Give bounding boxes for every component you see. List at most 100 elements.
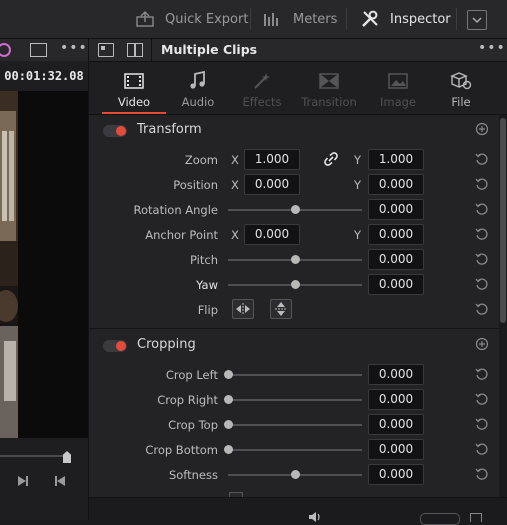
previous-frame-icon[interactable]	[53, 474, 67, 488]
transform-toggle[interactable]	[103, 125, 127, 137]
meters-icon	[264, 13, 278, 26]
transform-title: Transform	[137, 122, 202, 137]
zoom-y-field[interactable]: 1.000	[368, 149, 424, 170]
zoom-y-axis: Y	[354, 153, 362, 167]
position-y-field[interactable]: 0.000	[368, 174, 424, 195]
crop-left-field[interactable]: 0.000	[368, 364, 424, 385]
inspector-button[interactable]: Inspector	[361, 0, 451, 38]
section-divider	[89, 328, 499, 329]
softness-slider-knob[interactable]	[290, 470, 300, 479]
tab-audio[interactable]: Audio	[164, 62, 232, 114]
yaw-field[interactable]: 0.000	[368, 274, 424, 295]
crop-bottom-slider-knob[interactable]	[223, 445, 233, 454]
music-note-icon	[190, 71, 205, 89]
reset-icon[interactable]	[474, 416, 490, 432]
flip-horizontal-button[interactable]	[232, 299, 254, 319]
crop-top-slider-knob[interactable]	[223, 420, 233, 429]
tab-image[interactable]: Image	[364, 62, 432, 114]
reset-icon[interactable]	[474, 466, 490, 482]
cropping-keyframe-icon[interactable]	[474, 336, 490, 352]
reset-icon[interactable]	[474, 226, 490, 242]
cropping-toggle[interactable]	[103, 340, 127, 352]
rotation-field[interactable]: 0.000	[368, 199, 424, 220]
cropping-section-header[interactable]: Cropping	[89, 331, 499, 361]
zoom-x-field[interactable]: 1.000	[244, 149, 300, 170]
tools-icon	[362, 10, 378, 27]
crop-top-field[interactable]: 0.000	[368, 414, 424, 435]
anchor-x-field[interactable]: 0.000	[244, 224, 300, 245]
softness-field[interactable]: 0.000	[368, 464, 424, 485]
viewer-controls	[0, 438, 88, 520]
reset-icon[interactable]	[474, 391, 490, 407]
link-icon[interactable]	[324, 152, 338, 166]
color-wheel-icon[interactable]	[0, 43, 12, 57]
position-x-field[interactable]: 0.000	[244, 174, 300, 195]
yaw-slider-knob[interactable]	[290, 280, 300, 289]
quick-export-button[interactable]: Quick Export	[135, 0, 248, 38]
meters-button[interactable]: Meters	[263, 0, 337, 38]
pitch-slider-knob[interactable]	[290, 255, 300, 264]
tab-audio-label: Audio	[181, 95, 215, 109]
reset-icon[interactable]	[474, 251, 490, 267]
flip-vertical-icon	[275, 302, 287, 316]
crop-left-slider-track[interactable]	[228, 374, 362, 376]
collapse-panel-button[interactable]	[467, 10, 487, 30]
reset-icon[interactable]	[474, 441, 490, 457]
viewer-options-icon[interactable]: •••	[60, 40, 88, 56]
pitch-label: Pitch	[190, 253, 218, 267]
crop-top-slider-track[interactable]	[228, 424, 362, 426]
crop-bottom-slider-track[interactable]	[228, 449, 362, 451]
toolbar-divider	[250, 8, 251, 30]
timecode-display: 00:01:32.08	[0, 61, 88, 91]
position-row: Position X 0.000 Y 0.000	[89, 173, 499, 198]
pitch-field[interactable]: 0.000	[368, 249, 424, 270]
scrubber-handle[interactable]	[63, 451, 71, 463]
position-x-axis: X	[231, 178, 239, 192]
viewer-toolbar: •••	[0, 39, 88, 61]
crop-left-label: Crop Left	[165, 368, 218, 382]
crop-right-label: Crop Right	[157, 393, 218, 407]
cropping-title: Cropping	[137, 337, 196, 352]
reset-icon[interactable]	[474, 301, 490, 317]
tab-image-label: Image	[379, 95, 417, 109]
tab-file[interactable]: File	[427, 62, 495, 114]
next-frame-icon[interactable]	[16, 474, 30, 488]
reset-icon[interactable]	[474, 176, 490, 192]
flip-vertical-button[interactable]	[270, 299, 292, 319]
video-frame-image	[0, 91, 88, 438]
transform-section-header[interactable]: Transform	[89, 116, 499, 146]
crop-right-slider-knob[interactable]	[223, 395, 233, 404]
rotation-label: Rotation Angle	[133, 203, 218, 217]
speaker-icon[interactable]	[307, 512, 323, 522]
crop-right-field[interactable]: 0.000	[368, 389, 424, 410]
scrollbar-thumb[interactable]	[500, 118, 506, 323]
reset-icon[interactable]	[474, 276, 490, 292]
reset-icon[interactable]	[474, 366, 490, 382]
film-icon	[124, 73, 144, 89]
tab-video[interactable]: Video	[100, 62, 168, 114]
anchor-y-field[interactable]: 0.000	[368, 224, 424, 245]
video-preview[interactable]	[0, 91, 88, 438]
rotation-slider-knob[interactable]	[290, 205, 300, 214]
zoom-label: Zoom	[184, 153, 218, 167]
reset-icon[interactable]	[474, 201, 490, 217]
scrubber-track[interactable]	[0, 455, 68, 457]
crop-bottom-field[interactable]: 0.000	[368, 439, 424, 460]
reset-icon[interactable]	[474, 151, 490, 167]
viewer-size-icon[interactable]	[30, 43, 47, 57]
image-view-icon[interactable]	[98, 43, 114, 57]
magic-wand-icon	[254, 73, 270, 89]
inspector-options-icon[interactable]: •••	[478, 40, 506, 56]
transform-keyframe-icon[interactable]	[474, 121, 490, 137]
crop-top-label: Crop Top	[168, 418, 218, 432]
dim-button[interactable]	[420, 513, 460, 525]
inspector-title: Multiple Clips	[161, 42, 258, 57]
tab-transition[interactable]: Transition	[295, 62, 363, 114]
crop-left-slider-knob[interactable]	[223, 370, 233, 379]
zoom-row: Zoom X 1.000 Y 1.000	[89, 148, 499, 173]
crop-right-slider-track[interactable]	[228, 399, 362, 401]
split-view-icon[interactable]	[127, 43, 143, 57]
tab-effects[interactable]: Effects	[228, 62, 296, 114]
panel-icon[interactable]	[470, 513, 482, 522]
position-y-axis: Y	[354, 178, 362, 192]
